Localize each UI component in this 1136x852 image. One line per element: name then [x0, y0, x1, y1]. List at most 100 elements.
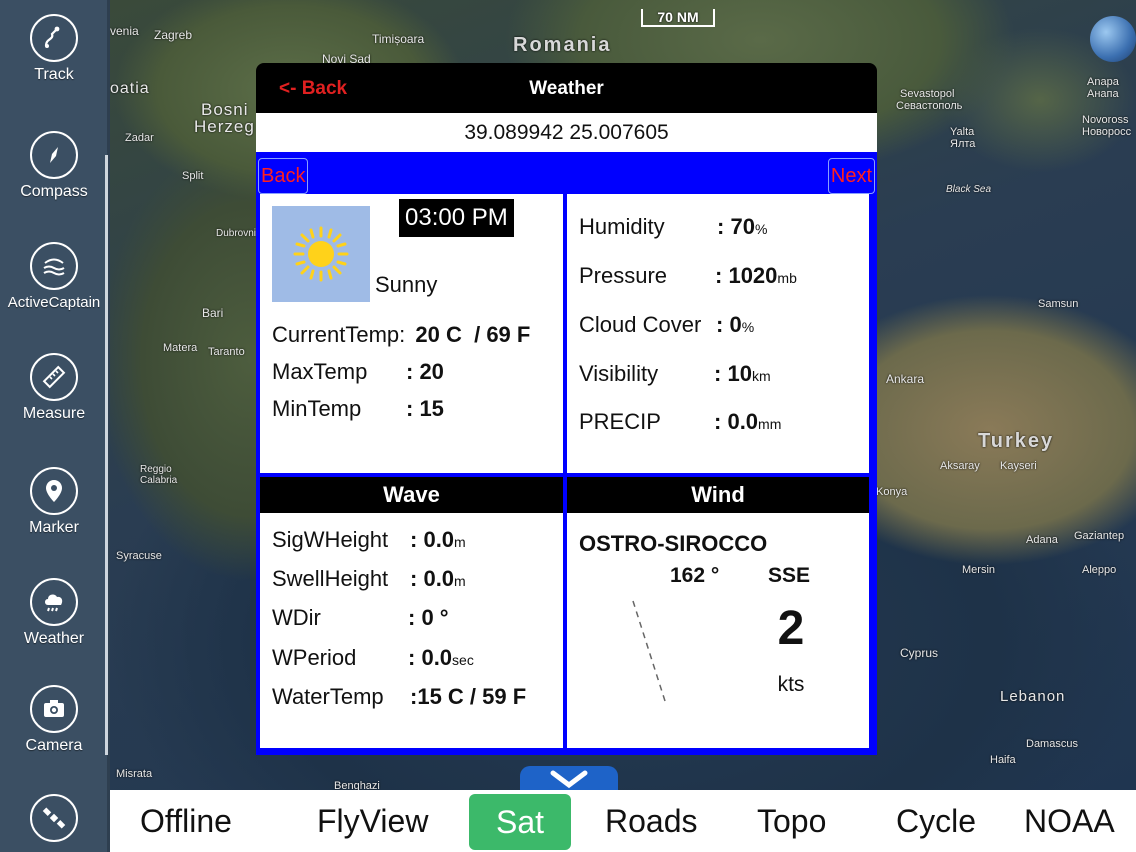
- track-label: Track: [34, 66, 74, 83]
- current-temp-row: CurrentTemp: 20 C / 69 F: [272, 322, 530, 348]
- forecast-panel: Back Next 03:00 PM Sunny CurrentTemp: 20…: [256, 152, 877, 755]
- compass-button[interactable]: Compass: [0, 131, 108, 201]
- forecast-back-button[interactable]: Back: [258, 158, 309, 194]
- atmosphere-cell: Humidity: 70% Pressure: 1020mb Cloud Cov…: [567, 194, 869, 473]
- weather-label: Weather: [23, 630, 85, 647]
- map-label-konya: Konya: [876, 486, 908, 498]
- compass-label: Compass: [20, 183, 88, 200]
- map-label-reggio: Reggio Calabria: [140, 464, 178, 486]
- wind-header: Wind: [567, 477, 869, 513]
- conditions-cell: 03:00 PM Sunny CurrentTemp: 20 C / 69 F …: [260, 194, 563, 473]
- measure-label: Measure: [22, 405, 86, 422]
- map-label-timisoara: Timișoara: [372, 32, 425, 46]
- cloud-rain-icon: [30, 578, 78, 626]
- watertemp-value: 15 C / 59 F: [417, 684, 527, 709]
- map-type-roads[interactable]: Roads: [605, 790, 698, 852]
- wperiod-unit: sec: [452, 652, 474, 668]
- map-label-ankara: Ankara: [886, 372, 925, 386]
- weather-button[interactable]: Weather: [0, 578, 108, 648]
- marker-button[interactable]: Marker: [0, 467, 108, 537]
- wind-cell: Wind OSTRO-SIROCCO 162 ° SSE 2 kts: [567, 477, 869, 748]
- watertemp-label: WaterTemp: [272, 684, 384, 709]
- visibility-row: Visibility: 10km: [579, 361, 771, 386]
- pressure-label: Pressure: [579, 263, 668, 288]
- map-label-taranto: Taranto: [208, 346, 245, 358]
- camera-icon: [30, 685, 78, 733]
- map-type-bar: Offline FlyView Sat Roads Topo Cycle NOA…: [110, 790, 1136, 852]
- sigw-row: SigWHeight: 0.0m: [272, 527, 466, 552]
- camera-label: Camera: [25, 737, 83, 754]
- max-temp-row: MaxTemp: 20: [272, 359, 444, 385]
- satellite-button[interactable]: [0, 794, 108, 846]
- current-temp-value: 20 C / 69 F: [415, 322, 531, 347]
- map-label-misrata: Misrata: [116, 768, 153, 780]
- globe-icon[interactable]: [1090, 16, 1136, 62]
- activecaptain-button[interactable]: ActiveCaptain: [0, 242, 108, 311]
- map-scale: 70 NM: [641, 9, 715, 27]
- swell-value: 0.0: [423, 566, 455, 591]
- pressure-row: Pressure: 1020mb: [579, 263, 797, 288]
- wperiod-label: WPeriod: [272, 645, 357, 670]
- activecaptain-label: ActiveCaptain: [7, 294, 101, 311]
- sun-icon: [272, 206, 370, 302]
- map-label-zadar: Zadar: [125, 132, 154, 144]
- map-label-herzeg: Herzeg: [194, 117, 255, 136]
- map-type-offline[interactable]: Offline: [140, 790, 232, 852]
- forecast-grid: 03:00 PM Sunny CurrentTemp: 20 C / 69 F …: [260, 194, 873, 751]
- map-label-bari: Bari: [202, 306, 224, 320]
- map-type-sat[interactable]: Sat: [469, 794, 571, 850]
- humidity-unit: %: [754, 221, 768, 237]
- activecaptain-icon: [30, 242, 78, 290]
- map-type-noaa[interactable]: NOAA: [1024, 790, 1115, 852]
- min-temp-value: : 15: [406, 396, 444, 421]
- map-label-novoross: Novoross: [1082, 114, 1129, 126]
- swell-unit: m: [454, 573, 466, 589]
- track-button[interactable]: Track: [0, 14, 108, 84]
- min-temp-label: MinTemp: [272, 396, 362, 421]
- marker-label: Marker: [29, 519, 79, 536]
- forecast-nav: Back Next: [258, 156, 875, 194]
- map-label-romania: Romania: [513, 34, 612, 56]
- min-temp-row: MinTemp : 15: [272, 396, 444, 422]
- left-toolbar: Track Compass ActiveCaptain Measure Mark…: [0, 0, 110, 852]
- ruler-icon: [30, 353, 78, 401]
- map-label-anapa-cy: Анапа: [1087, 88, 1119, 100]
- map-label-slovenia: venia: [110, 24, 139, 38]
- map-label-gaziantep: Gaziantep: [1074, 530, 1125, 542]
- visibility-unit: km: [751, 368, 771, 384]
- map-type-cycle[interactable]: Cycle: [896, 790, 976, 852]
- wdir-row: WDir: 0 °: [272, 605, 449, 630]
- precip-value: 0.0: [727, 409, 759, 434]
- map-label-damascus: Damascus: [1026, 738, 1078, 750]
- watertemp-row: WaterTemp:15 C / 59 F: [272, 684, 527, 709]
- measure-button[interactable]: Measure: [0, 353, 108, 423]
- map-label-split: Split: [182, 170, 204, 182]
- weather-dialog: <- Back Weather 39.089942 25.007605 Back…: [256, 63, 877, 755]
- map-label-aksaray: Aksaray: [940, 460, 980, 472]
- pressure-unit: mb: [777, 270, 797, 286]
- map-label-dubrovnik: Dubrovni: [216, 228, 257, 239]
- max-temp-label: MaxTemp: [272, 359, 368, 384]
- collapse-panel-button[interactable]: [520, 766, 618, 792]
- precip-row: PRECIP: 0.0mm: [579, 409, 782, 434]
- map-label-mersin: Mersin: [962, 564, 996, 576]
- swell-row: SwellHeight: 0.0m: [272, 566, 466, 591]
- sigw-unit: m: [454, 534, 466, 550]
- wperiod-row: WPeriod: 0.0sec: [272, 645, 474, 670]
- forecast-next-button[interactable]: Next: [827, 158, 875, 194]
- map-label-sevastopol: Sevastopol: [900, 88, 955, 100]
- current-temp-label: CurrentTemp:: [272, 322, 406, 347]
- map-type-flyview[interactable]: FlyView: [317, 790, 428, 852]
- wdir-label: WDir: [272, 605, 321, 630]
- wind-cardinal: SSE: [768, 564, 811, 587]
- map-type-topo[interactable]: Topo: [757, 790, 826, 852]
- map-label-zagreb: Zagreb: [154, 28, 193, 42]
- condition-text: Sunny: [375, 272, 438, 297]
- map-label-novoross-cy: Новоросс: [1082, 126, 1132, 138]
- map-label-haifa: Haifa: [990, 754, 1016, 766]
- map-label-matera: Matera: [163, 342, 198, 354]
- cloud-cover-unit: %: [741, 319, 755, 335]
- visibility-label: Visibility: [579, 361, 659, 386]
- wind-degrees: 162 °: [670, 564, 720, 587]
- camera-button[interactable]: Camera: [0, 685, 108, 755]
